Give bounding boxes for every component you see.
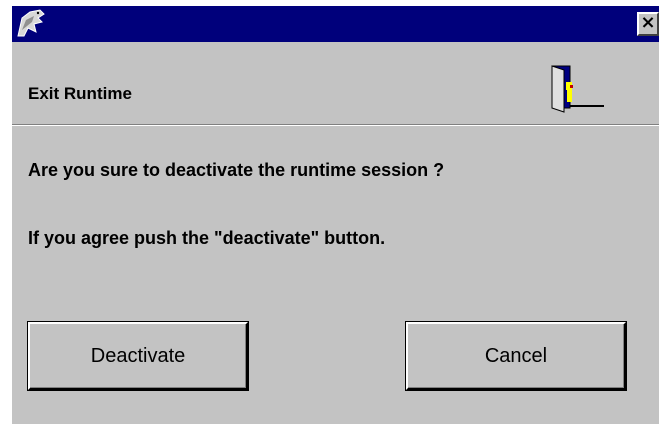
deactivate-button-label: Deactivate xyxy=(90,344,186,367)
deactivate-button[interactable]: Deactivate xyxy=(27,321,249,391)
title-bar[interactable]: × xyxy=(12,6,659,42)
cancel-button-label: Cancel xyxy=(484,344,548,367)
cancel-button[interactable]: Cancel xyxy=(405,321,627,391)
header-divider xyxy=(12,124,659,126)
dialog-title: Exit Runtime xyxy=(28,84,132,103)
close-button[interactable]: × xyxy=(637,12,659,36)
confirm-question: Are you sure to deactivate the runtime s… xyxy=(28,160,445,180)
confirm-instruction: If you agree push the "deactivate" butto… xyxy=(28,228,386,248)
exit-door-icon xyxy=(551,65,604,113)
close-icon: × xyxy=(640,12,656,33)
gecko-icon xyxy=(17,9,45,37)
